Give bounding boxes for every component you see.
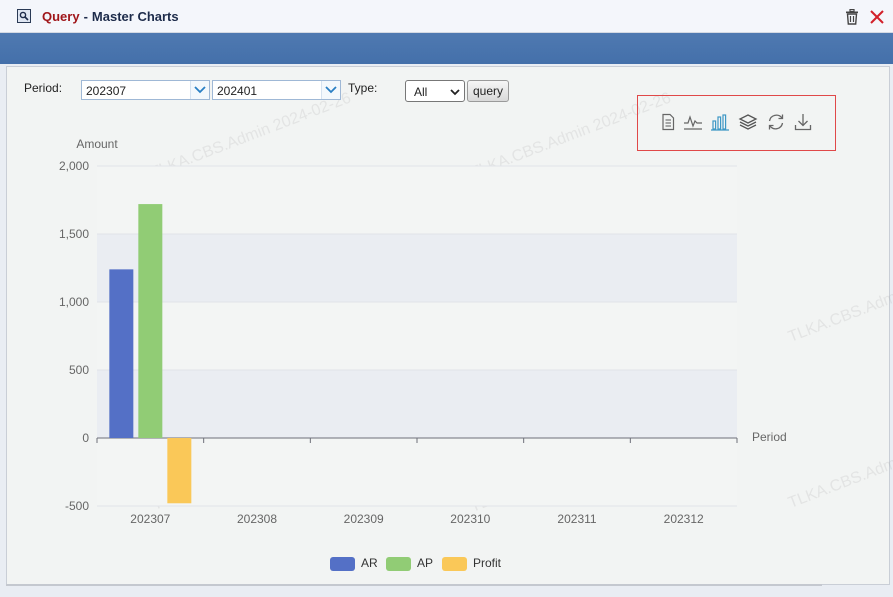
grid-band (97, 438, 737, 506)
x-tick-label: 202312 (664, 512, 704, 526)
legend-swatch (442, 557, 467, 571)
y-tick-label: 500 (69, 363, 89, 377)
legend-label: Profit (473, 556, 502, 570)
x-tick-label: 202311 (557, 512, 596, 526)
y-axis-label: Amount (76, 137, 118, 151)
legend-item-profit[interactable]: Profit (442, 555, 502, 571)
bar-chart: -500 0 500 1,000 1,500 2,000 202307 202308 20230… (59, 137, 787, 526)
bar-profit (167, 438, 192, 504)
y-tick-label: -500 (65, 499, 89, 513)
grid-band (97, 234, 737, 302)
y-tick-label: 1,500 (59, 227, 89, 241)
x-tick-label: 202308 (237, 512, 277, 526)
legend-label: AR (361, 556, 378, 570)
y-tick-label: 0 (82, 431, 89, 445)
legend-item-ap[interactable]: AP (386, 555, 446, 571)
y-tick-label: 1,000 (59, 295, 89, 309)
legend-swatch (330, 557, 355, 571)
legend-label: AP (417, 556, 434, 570)
grid-band (97, 166, 737, 234)
x-tick-label: 202307 (130, 512, 170, 526)
y-tick-label: 2,000 (59, 159, 89, 173)
x-tick-label: 202310 (450, 512, 490, 526)
bar-ar (109, 269, 134, 438)
grid-band (97, 370, 737, 438)
x-tick-label: 202309 (344, 512, 384, 526)
legend-swatch (386, 557, 411, 571)
bar-ap (138, 204, 163, 438)
grid-bands (97, 166, 737, 506)
legend-item-ar[interactable]: AR (330, 555, 390, 571)
x-axis-label: Period (752, 430, 787, 444)
grid-band (97, 302, 737, 370)
